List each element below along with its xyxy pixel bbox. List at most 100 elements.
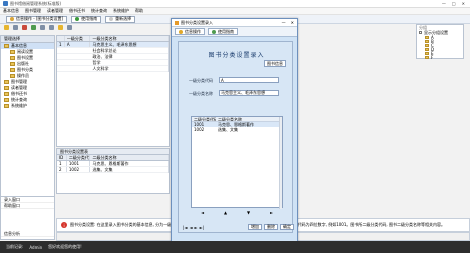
help-window-item[interactable]: 帮助窗口 <box>1 203 54 209</box>
first-record-button[interactable]: |◄ <box>183 225 187 230</box>
status-user: Admin <box>29 244 43 250</box>
menu-item-stats[interactable]: 统计查询 <box>91 8 107 14</box>
folder-icon <box>425 47 429 51</box>
last-record-button[interactable]: ►| <box>200 225 204 230</box>
menu-item-help[interactable]: 帮助 <box>135 8 143 14</box>
status-bar: 当前记录: Admin 您好欢迎您的使用! <box>0 241 470 253</box>
tab-guide-label: 使用指南 <box>81 16 98 21</box>
list-nav: ◄ ▲ ▼ ► <box>191 210 283 215</box>
dialog-body: 图书分类设置录入 图书信息 一级分类代码 A 一级分类名称 马克思主义、毛泽东思… <box>178 41 294 233</box>
category-name-input[interactable]: 马克思主义、毛泽东思想 <box>219 90 279 96</box>
tab-reselect[interactable]: 重新选择 <box>105 15 136 23</box>
list-item[interactable]: 1002 选集、文集 <box>192 126 282 133</box>
folder-icon <box>4 86 9 90</box>
window-controls: — □ ✕ <box>442 1 470 6</box>
tree-label: 系统维护 <box>11 103 27 108</box>
menu-item-borrow[interactable]: 借书还书 <box>69 8 85 14</box>
dialog-heading: 图书分类设置录入 <box>208 52 265 59</box>
refresh-icon[interactable] <box>58 25 63 30</box>
guide-icon <box>212 29 216 34</box>
minimize-button[interactable]: — <box>442 1 446 6</box>
dialog-tabs: 信息操作 使用指南 <box>172 27 297 37</box>
next-record-button[interactable]: ► <box>195 225 198 230</box>
dialog-tab-info-label: 信息操作 <box>185 28 201 34</box>
folder-icon <box>4 92 9 96</box>
dialog-app-icon <box>175 20 179 25</box>
maximize-button[interactable]: □ <box>452 1 456 6</box>
list-col-name[interactable]: 二级分类名称 <box>216 117 276 121</box>
delete-icon[interactable] <box>22 25 27 30</box>
close-button[interactable]: ✕ <box>462 1 465 6</box>
cell: A <box>65 42 91 47</box>
category-entry-dialog: 图书分类设置录入 — ✕ 信息操作 使用指南 图书分类设置录入 图书信息 一级分… <box>171 18 298 243</box>
subgrid-col-id[interactable]: ID <box>57 155 67 160</box>
nav-up-button[interactable]: ▲ <box>224 210 227 215</box>
category-code-input[interactable]: A <box>219 77 279 83</box>
group-item[interactable]: F <box>417 55 463 60</box>
grid-col-code[interactable]: 一级分类 <box>65 36 91 41</box>
delete-button[interactable]: 删除 <box>264 224 278 230</box>
group-panel: 分组 显示分组设置 A B C D E F <box>416 24 464 60</box>
guide-icon <box>75 17 80 21</box>
field1-label: 一级分类代码 <box>189 78 213 83</box>
status-welcome: 您好欢迎您的使用! <box>48 244 82 249</box>
prev-record-button[interactable]: ◄ <box>189 225 192 230</box>
grid-col-name[interactable]: 一级分类名称 <box>90 36 169 41</box>
table-row[interactable]: 2 1002 选集、文集 <box>57 166 169 173</box>
app-icon <box>3 1 8 6</box>
dialog-tab-info[interactable]: 信息操作 <box>175 28 205 35</box>
window-titlebar: 图书馆借阅管理系统(标准版) — □ ✕ <box>0 0 470 8</box>
edit-icon[interactable] <box>13 25 18 30</box>
save-icon[interactable] <box>31 25 36 30</box>
info-icon: i <box>61 222 67 228</box>
menu-item-system[interactable]: 系统维护 <box>113 8 129 14</box>
cell: 2 <box>57 167 67 172</box>
folder-icon <box>425 43 429 47</box>
grid-col-index[interactable] <box>57 36 65 41</box>
cell: 选集、文集 <box>218 126 238 132</box>
folder-icon <box>425 51 429 55</box>
confirm-button[interactable]: 确定 <box>280 224 294 230</box>
export-icon[interactable] <box>67 25 72 30</box>
cell: 人文科学 <box>90 65 169 72</box>
search-icon[interactable] <box>49 25 54 30</box>
dialog-tab-guide[interactable]: 使用指南 <box>208 28 238 35</box>
table-row[interactable]: 人文科学 <box>57 65 169 72</box>
dialog-close-button[interactable]: ✕ <box>291 20 294 25</box>
cell: 1002 <box>194 127 205 132</box>
list-scrollbar[interactable] <box>279 117 282 209</box>
cell: 1 <box>57 161 67 166</box>
cell: 1002 <box>67 167 91 172</box>
print-icon[interactable] <box>40 25 45 30</box>
folder-icon <box>10 50 15 54</box>
icon-toolbar <box>0 24 170 31</box>
subgrid-col-name[interactable]: 二级分类名称 <box>90 155 169 160</box>
tab-info-operation[interactable]: 信息操作 - [图书分类设置] <box>6 15 68 23</box>
info-analysis-item[interactable]: 信息分析 <box>1 231 54 237</box>
tab-guide[interactable]: 使用指南 <box>71 15 102 23</box>
menu-item-books[interactable]: 图书管理 <box>25 8 41 14</box>
menu-item-readers[interactable]: 读者管理 <box>47 8 63 14</box>
list-col-code[interactable]: 二级分类代码 <box>192 117 216 121</box>
folder-icon <box>10 74 15 78</box>
nav-left-button[interactable]: ◄ <box>201 210 204 215</box>
folder-icon <box>4 104 9 108</box>
folder-icon <box>4 98 9 102</box>
folder-icon <box>10 68 15 72</box>
menu-item-basic[interactable]: 基本信息 <box>3 8 19 14</box>
folder-icon <box>4 80 9 84</box>
nav-right-button[interactable]: ► <box>270 210 273 215</box>
add-button[interactable]: 增加 <box>248 224 262 230</box>
cell: 1 <box>57 42 65 47</box>
reselect-icon <box>109 17 114 21</box>
add-icon[interactable] <box>4 25 9 30</box>
folder-icon <box>425 39 429 43</box>
dialog-minimize-button[interactable]: — <box>282 20 286 25</box>
tab-info-operation-label: 信息操作 - [图书分类设置] <box>16 16 64 21</box>
nav-down-button[interactable]: ▼ <box>247 210 250 215</box>
book-info-button[interactable]: 图书信息 <box>264 60 286 67</box>
subgrid-col-code[interactable]: 二级分类代码 <box>67 155 91 160</box>
tab-reselect-label: 重新选择 <box>115 16 132 21</box>
tree-item-system[interactable]: 系统维护 <box>1 103 54 109</box>
checkbox-icon <box>419 31 422 34</box>
